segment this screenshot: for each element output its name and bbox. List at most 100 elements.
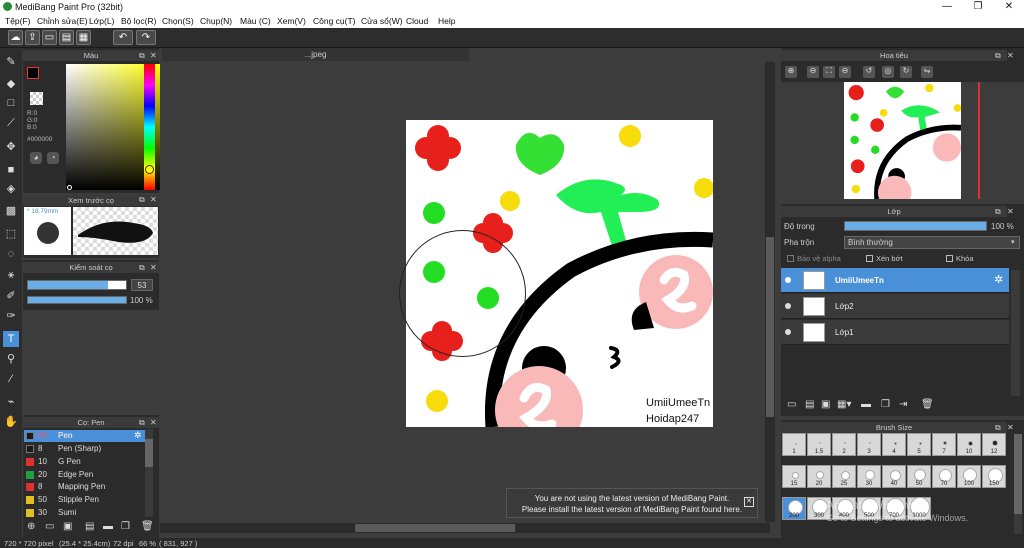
- zoom-out-icon[interactable]: ⊖: [807, 66, 819, 78]
- lasso-tool-icon[interactable]: ◌: [3, 246, 19, 262]
- foreground-color-swatch[interactable]: [27, 67, 39, 79]
- brush-size-option[interactable]: 7: [932, 433, 956, 456]
- navigator-preview[interactable]: [781, 82, 1024, 200]
- minimize-button[interactable]: —: [932, 0, 962, 14]
- layer-visibility-icon[interactable]: [785, 277, 791, 283]
- menu-cloud[interactable]: Cloud: [406, 16, 428, 26]
- protect-alpha-checkbox[interactable]: [787, 255, 794, 262]
- brush-size-option[interactable]: 5: [907, 433, 931, 456]
- panel-close-icon[interactable]: ✕: [150, 418, 157, 427]
- brush-size-option[interactable]: 40: [882, 465, 906, 488]
- brush-size-option[interactable]: 50: [907, 465, 931, 488]
- menu-edit[interactable]: Chỉnh sửa(E): [37, 16, 88, 26]
- brush-tool-icon[interactable]: ✎: [3, 54, 19, 70]
- brush-size-option[interactable]: 12: [982, 433, 1006, 456]
- color-history-icon[interactable]: ◔: [47, 152, 59, 164]
- panel-close-icon[interactable]: ✕: [1007, 51, 1014, 60]
- redo-icon[interactable]: ↷: [136, 30, 156, 45]
- navigator-viewport-indicator[interactable]: [978, 82, 980, 199]
- brush-settings-icon[interactable]: ✲: [134, 430, 142, 441]
- hand-tool-icon[interactable]: ✋: [3, 414, 19, 430]
- magic-wand-tool-icon[interactable]: ⚹: [3, 267, 19, 283]
- clipping-checkbox[interactable]: [866, 255, 873, 262]
- menu-snap[interactable]: Chụp(N): [200, 16, 232, 26]
- zoom-in-icon[interactable]: ⊕: [785, 66, 797, 78]
- comment-icon[interactable]: ▭: [42, 30, 57, 45]
- eraser-tool-icon[interactable]: ◆: [3, 76, 19, 92]
- fill-rect-tool-icon[interactable]: ■: [3, 162, 19, 178]
- layer-visibility-icon[interactable]: [785, 329, 791, 335]
- brush-size-option[interactable]: 20: [807, 465, 831, 488]
- select-tool-icon[interactable]: ⬚: [3, 226, 19, 242]
- layer-row[interactable]: Lớp2: [781, 294, 1009, 319]
- brush-duplicate-icon[interactable]: ❐: [121, 521, 130, 532]
- rotate-left-icon[interactable]: ↺: [863, 66, 875, 78]
- cloud-icon[interactable]: ☁: [8, 30, 23, 45]
- move-tool-icon[interactable]: ✥: [3, 139, 19, 155]
- update-notification[interactable]: You are not using the latest version of …: [506, 488, 758, 518]
- close-button[interactable]: ✕: [994, 0, 1024, 14]
- rotate-right-icon[interactable]: ↻: [900, 66, 912, 78]
- layer-row[interactable]: UmiiUmeeTn ✲: [781, 268, 1009, 293]
- layer-opacity-slider[interactable]: [844, 221, 987, 231]
- brush-copy-icon[interactable]: ▤: [85, 521, 94, 532]
- brush-size-option[interactable]: 1: [782, 433, 806, 456]
- rectangle-tool-icon[interactable]: □: [3, 95, 19, 111]
- upload-icon[interactable]: ⇪: [25, 30, 40, 45]
- menu-window[interactable]: Cửa sổ(W): [361, 16, 403, 26]
- transparent-color-swatch[interactable]: [30, 92, 43, 105]
- vertical-scrollbar[interactable]: [765, 62, 775, 522]
- select-eraser-tool-icon[interactable]: ✑: [3, 308, 19, 324]
- brush-list-scrollbar[interactable]: [145, 429, 153, 517]
- gradient-tool-icon[interactable]: ▩: [3, 203, 19, 219]
- notification-close-icon[interactable]: ✕: [744, 497, 754, 507]
- delete-brush-icon[interactable]: 🗑: [141, 521, 154, 532]
- select-pen-tool-icon[interactable]: ✐: [3, 288, 19, 304]
- line-tool-icon[interactable]: ⟋: [3, 115, 19, 131]
- new-layer-icon[interactable]: ▭: [787, 399, 796, 410]
- brush-opacity-slider[interactable]: [27, 296, 127, 304]
- layer-row[interactable]: Lớp1: [781, 320, 1009, 345]
- brush-item[interactable]: 8 Pen (Sharp): [24, 443, 143, 455]
- chat-icon[interactable]: ▤: [59, 30, 74, 45]
- menu-select[interactable]: Chọn(S): [162, 16, 194, 26]
- layer-menu-icon[interactable]: ▦▾: [837, 399, 851, 410]
- brush-folder-icon[interactable]: ▬: [103, 521, 113, 532]
- horizontal-scrollbar[interactable]: [160, 523, 770, 533]
- layer-folder-icon[interactable]: ▬: [861, 399, 871, 410]
- panel-detach-icon[interactable]: ⧉: [139, 418, 145, 428]
- panel-close-icon[interactable]: ✕: [150, 195, 157, 204]
- panel-detach-icon[interactable]: ⧉: [139, 195, 145, 205]
- rotate-reset-icon[interactable]: ◎: [882, 66, 894, 78]
- brush-size-option[interactable]: 70: [932, 465, 956, 488]
- menu-color[interactable]: Màu (C): [240, 16, 271, 26]
- fit-screen-icon[interactable]: ⛶: [823, 66, 835, 78]
- panel-close-icon[interactable]: ✕: [1007, 423, 1014, 432]
- menu-help[interactable]: Help: [438, 16, 455, 26]
- brush-size-slider[interactable]: [27, 280, 127, 290]
- new-halftone-layer-icon[interactable]: ▤: [805, 399, 814, 410]
- document-icon[interactable]: ▦: [76, 30, 91, 45]
- brush-size-input[interactable]: 53: [131, 279, 153, 291]
- panel-detach-icon[interactable]: ⧉: [995, 423, 1001, 433]
- menu-file[interactable]: Tệp(F): [5, 16, 31, 26]
- brush-item[interactable]: 10 G Pen: [24, 456, 143, 468]
- panel-close-icon[interactable]: ✕: [150, 51, 157, 60]
- menu-layer[interactable]: Lớp(L): [89, 16, 114, 26]
- panel-detach-icon[interactable]: ⧉: [995, 51, 1001, 61]
- panel-close-icon[interactable]: ✕: [1007, 207, 1014, 216]
- document-tab[interactable]: ...jpeg: [162, 48, 469, 61]
- brush-size-scrollbar[interactable]: [1014, 434, 1022, 534]
- brush-item[interactable]: 53 Pen ✲: [24, 430, 145, 442]
- brush-size-option[interactable]: 15: [782, 465, 806, 488]
- new-brush-icon[interactable]: ▭: [45, 521, 54, 532]
- undo-icon[interactable]: ↶: [113, 30, 133, 45]
- brush-size-option[interactable]: 2: [832, 433, 856, 456]
- lock-checkbox[interactable]: [946, 255, 953, 262]
- brush-size-option[interactable]: 4: [882, 433, 906, 456]
- brush-size-option[interactable]: 10: [957, 433, 981, 456]
- flip-icon[interactable]: ⇋: [921, 66, 933, 78]
- operation-tool-icon[interactable]: ⚲: [3, 351, 19, 367]
- brush-size-option[interactable]: 25: [832, 465, 856, 488]
- layer-visibility-icon[interactable]: [785, 303, 791, 309]
